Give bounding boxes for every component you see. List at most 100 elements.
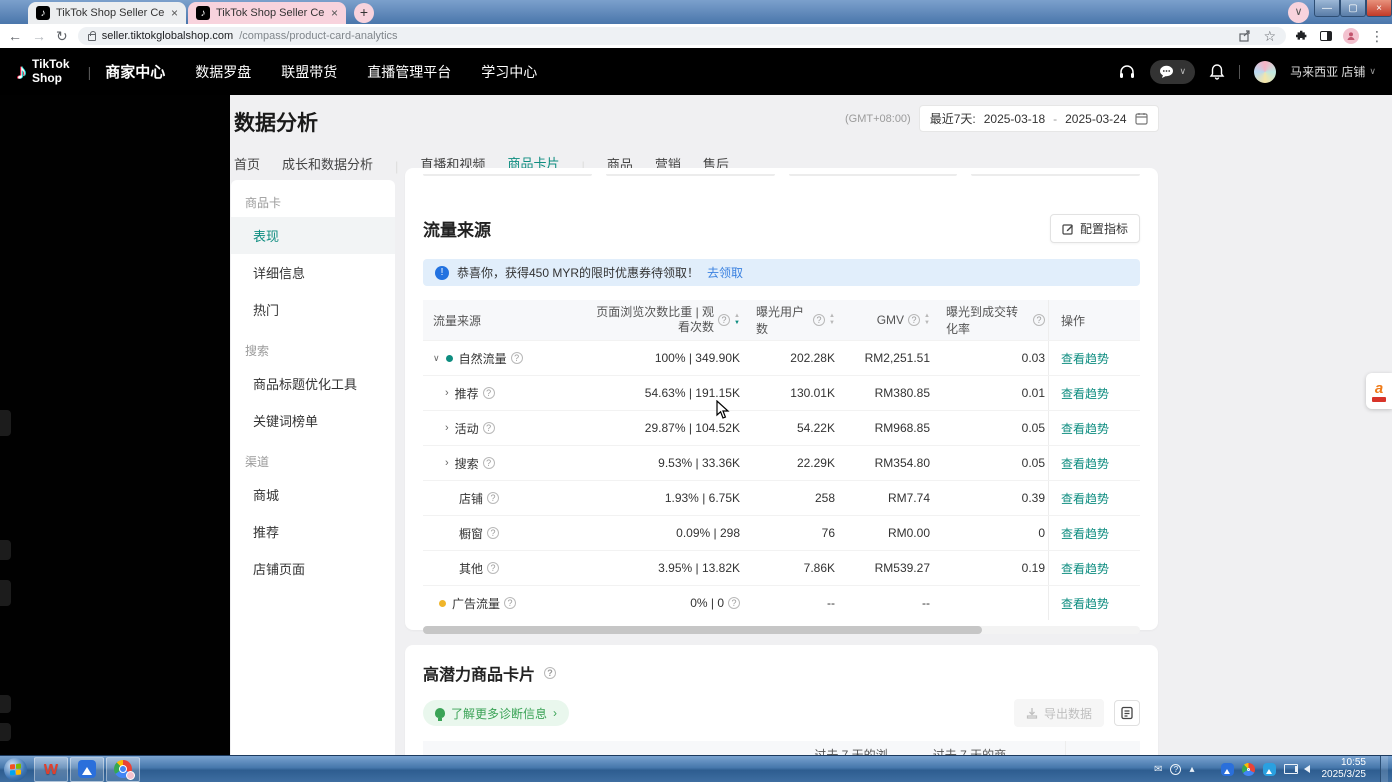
window-minimize-button[interactable]: —: [1314, 0, 1340, 17]
info-icon[interactable]: ?: [487, 562, 499, 574]
browser-tab-2-active[interactable]: ♪ TikTok Shop Seller Center | Cr ×: [188, 2, 346, 24]
browser-profile-avatar[interactable]: [1343, 28, 1359, 44]
info-icon[interactable]: ?: [483, 387, 495, 399]
rail-stub[interactable]: [0, 410, 11, 436]
back-icon[interactable]: ←: [8, 29, 22, 43]
tray-help-icon[interactable]: ?: [1170, 764, 1181, 775]
shop-switcher[interactable]: 马来西亚 店铺 ∨: [1290, 63, 1376, 80]
new-tab-button[interactable]: +: [354, 3, 374, 23]
configure-metrics-button[interactable]: 配置指标: [1050, 214, 1140, 243]
rail-stub[interactable]: [0, 580, 11, 606]
taskbar-chrome-icon[interactable]: [106, 757, 140, 782]
rail-stub[interactable]: [0, 540, 11, 560]
view-trend-link[interactable]: 查看趋势: [1061, 490, 1109, 507]
col-conversion-rate[interactable]: 曝光到成交转化率 ?: [938, 300, 1048, 340]
info-icon[interactable]: ?: [511, 352, 523, 364]
rail-stub[interactable]: [0, 695, 11, 713]
tab-close-icon[interactable]: ×: [171, 6, 178, 20]
tab-home[interactable]: 首页: [234, 154, 260, 179]
sidebar-item-title-optimizer[interactable]: 商品标题优化工具: [231, 365, 395, 402]
tray-expand-icon[interactable]: ▴: [1189, 764, 1194, 775]
tray-volume-icon[interactable]: [1304, 765, 1310, 773]
shop-avatar[interactable]: [1254, 61, 1276, 83]
share-icon[interactable]: [1239, 30, 1251, 42]
tab-growth-analytics[interactable]: 成长和数据分析: [282, 154, 373, 179]
chevron-right-icon[interactable]: ›: [445, 387, 449, 399]
show-desktop-button[interactable]: [1380, 756, 1388, 782]
view-trend-link[interactable]: 查看趋势: [1061, 455, 1109, 472]
taskbar-clock[interactable]: 10:55 2025/3/25: [1322, 757, 1367, 781]
info-icon[interactable]: ?: [728, 597, 740, 609]
nav-item-live-management[interactable]: 直播管理平台: [367, 62, 451, 82]
tray-chrome-icon[interactable]: [1242, 763, 1255, 776]
tab-search-icon[interactable]: ∨: [1288, 2, 1309, 23]
tray-app-icon[interactable]: [1263, 763, 1276, 776]
browser-tab-1[interactable]: ♪ TikTok Shop Seller Center | Cr ×: [28, 2, 186, 24]
browser-menu-icon[interactable]: ⋮: [1370, 29, 1384, 43]
view-trend-link[interactable]: 查看趋势: [1061, 350, 1109, 367]
taskbar-wps-icon[interactable]: W: [34, 757, 68, 782]
export-data-button[interactable]: 导出数据: [1014, 699, 1104, 727]
nav-item-data-compass[interactable]: 数据罗盘: [195, 62, 251, 82]
view-trend-link[interactable]: 查看趋势: [1061, 420, 1109, 437]
sidebar-item-recommend[interactable]: 推荐: [231, 513, 395, 550]
col-pageviews[interactable]: 页面浏览次数比重 | 观看次数 ? ▲▼: [563, 300, 748, 340]
reload-icon[interactable]: ↻: [56, 29, 68, 43]
view-trend-link[interactable]: 查看趋势: [1061, 560, 1109, 577]
info-icon[interactable]: ?: [544, 667, 556, 679]
sort-icons[interactable]: ▲▼: [829, 313, 835, 326]
tab-close-icon[interactable]: ×: [331, 6, 338, 20]
chevron-right-icon[interactable]: ›: [445, 422, 449, 434]
diagnosis-info-link[interactable]: 了解更多诊断信息 ›: [423, 700, 569, 726]
view-trend-link[interactable]: 查看趋势: [1061, 595, 1109, 612]
nav-item-learning-center[interactable]: 学习中心: [481, 62, 537, 82]
info-icon[interactable]: ?: [1033, 314, 1045, 326]
horizontal-scrollbar[interactable]: [423, 626, 1140, 634]
messages-button[interactable]: ∨: [1150, 60, 1195, 84]
info-icon[interactable]: ?: [718, 314, 730, 326]
col-exposed-users[interactable]: 曝光用户数 ? ▲▼: [748, 300, 843, 340]
taskbar-meeting-icon[interactable]: [70, 757, 104, 782]
window-close-button[interactable]: ×: [1366, 0, 1392, 17]
sidebar-item-performance[interactable]: 表现: [231, 217, 395, 254]
sidebar-item-keyword-ranking[interactable]: 关键词榜单: [231, 402, 395, 439]
info-icon[interactable]: ?: [487, 492, 499, 504]
notification-bell-icon[interactable]: [1209, 63, 1225, 80]
nav-item-seller-center[interactable]: 商家中心: [105, 61, 165, 82]
sort-icons[interactable]: ▲▼: [734, 313, 740, 326]
info-icon[interactable]: ?: [483, 457, 495, 469]
window-maximize-button[interactable]: ▢: [1340, 0, 1366, 17]
extensions-icon[interactable]: [1296, 30, 1309, 43]
info-icon[interactable]: ?: [504, 597, 516, 609]
sidebar-item-trending[interactable]: 热门: [231, 291, 395, 328]
chevron-right-icon[interactable]: ›: [445, 457, 449, 469]
rail-stub[interactable]: [0, 723, 11, 741]
nav-item-affiliate[interactable]: 联盟带货: [281, 62, 337, 82]
sidebar-item-mall[interactable]: 商城: [231, 476, 395, 513]
floating-promo-widget[interactable]: a: [1366, 373, 1392, 409]
tiktok-shop-logo[interactable]: ♪ TikTok Shop: [16, 58, 70, 84]
info-icon[interactable]: ?: [487, 527, 499, 539]
table-settings-button[interactable]: [1114, 700, 1140, 726]
start-button[interactable]: [4, 758, 27, 781]
side-panel-icon[interactable]: [1320, 31, 1332, 41]
headset-icon[interactable]: [1118, 63, 1136, 81]
claim-coupon-link[interactable]: 去领取: [707, 264, 743, 281]
sidebar-item-details[interactable]: 详细信息: [231, 254, 395, 291]
sort-icons[interactable]: ▲▼: [924, 313, 930, 326]
info-icon[interactable]: ?: [908, 314, 920, 326]
address-bar[interactable]: seller.tiktokglobalshop.com/compass/prod…: [78, 27, 1286, 45]
view-trend-link[interactable]: 查看趋势: [1061, 525, 1109, 542]
view-trend-link[interactable]: 查看趋势: [1061, 385, 1109, 402]
scrollbar-thumb[interactable]: [423, 626, 982, 634]
info-icon[interactable]: ?: [483, 422, 495, 434]
date-range-picker[interactable]: 最近7天: 2025-03-18 - 2025-03-24: [919, 105, 1159, 132]
tray-meeting-icon[interactable]: [1221, 763, 1234, 776]
info-icon[interactable]: ?: [813, 314, 825, 326]
bookmark-star-icon[interactable]: ☆: [1263, 29, 1276, 43]
col-gmv[interactable]: GMV ? ▲▼: [843, 300, 938, 340]
sidebar-item-shop-page[interactable]: 店铺页面: [231, 550, 395, 587]
tray-mail-icon[interactable]: ✉: [1154, 764, 1162, 775]
chevron-down-icon[interactable]: ∨: [433, 353, 440, 364]
forward-icon[interactable]: →: [32, 29, 46, 43]
